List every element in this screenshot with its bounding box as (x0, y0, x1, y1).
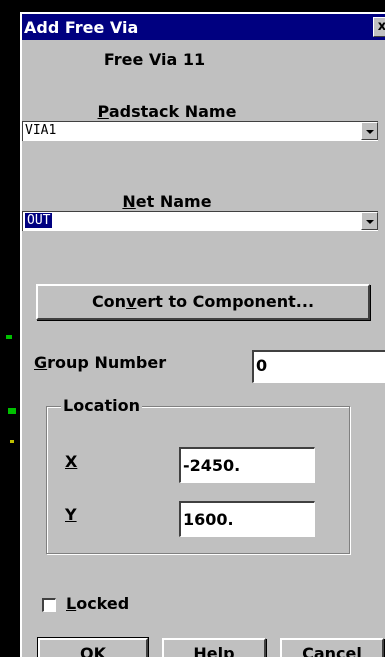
group-number-value: 0 (256, 356, 268, 375)
cancel-button[interactable]: Cancel (280, 638, 384, 657)
title-bar: Add Free Via x (22, 14, 385, 40)
window-title: Add Free Via (24, 18, 139, 37)
location-groupbox: Location X -2450. Y 1600. (46, 396, 350, 554)
background-mark (8, 408, 16, 414)
y-location-value: 1600. (183, 510, 234, 529)
location-title: Location (61, 396, 142, 415)
x-location-value: -2450. (183, 456, 241, 475)
net-name-value: OUT (25, 213, 53, 228)
group-number-label: Group Number (34, 353, 167, 372)
via-heading: Free Via 11 (103, 50, 206, 69)
convert-to-component-button[interactable]: Convert to Component... (36, 284, 370, 320)
padstack-name-value: VIA1 (25, 123, 57, 138)
add-free-via-dialog: Add Free Via x Free Via 11 Padstack Name… (20, 12, 385, 657)
y-label: Y (65, 505, 77, 524)
x-label: X (65, 452, 78, 471)
background-mark (10, 440, 14, 443)
background-mark (6, 335, 12, 339)
padstack-name-dropdown[interactable]: VIA1 (22, 121, 378, 141)
chevron-down-icon[interactable] (361, 122, 378, 140)
background-canvas (0, 0, 22, 657)
net-name-dropdown[interactable]: OUT (22, 211, 378, 231)
locked-checkbox[interactable] (42, 598, 56, 612)
y-location-field[interactable]: 1600. (179, 501, 315, 537)
x-location-field[interactable]: -2450. (179, 447, 315, 483)
net-name-label: Net Name (122, 192, 212, 211)
ok-button[interactable]: OK (37, 637, 149, 657)
group-number-field[interactable]: 0 (252, 350, 385, 383)
chevron-down-icon[interactable] (361, 212, 378, 230)
padstack-name-label: Padstack Name (97, 102, 237, 121)
locked-label[interactable]: Locked (66, 594, 129, 613)
help-button[interactable]: Help (162, 638, 266, 657)
close-button[interactable]: x (373, 17, 385, 37)
